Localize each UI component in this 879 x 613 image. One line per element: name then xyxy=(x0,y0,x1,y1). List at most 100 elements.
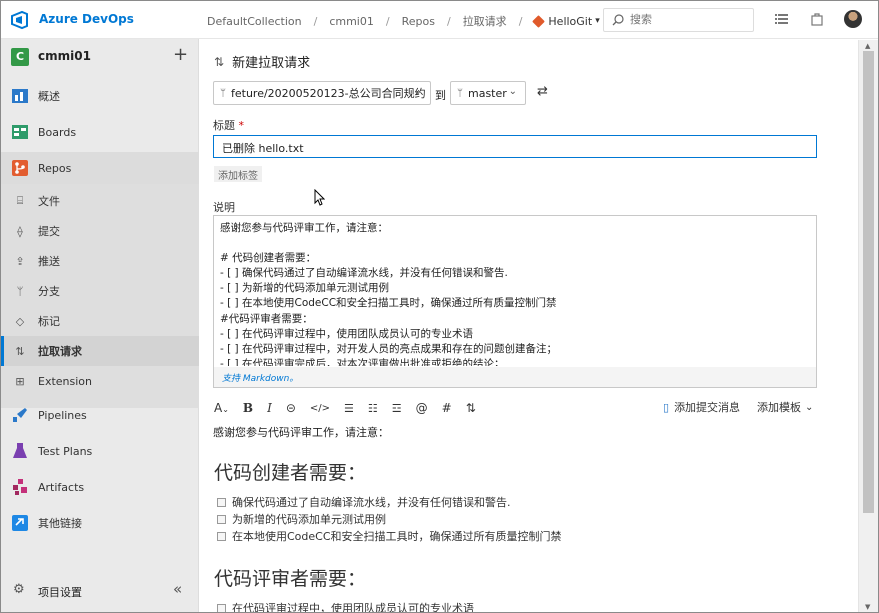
breadcrumb-separator: / xyxy=(313,14,318,28)
list-icon[interactable] xyxy=(775,13,788,25)
collapse-sidebar-icon[interactable]: « xyxy=(173,580,182,598)
source-branch-value: feture/20200520123-总公司合同规约 xyxy=(231,87,426,100)
nav-other-links[interactable]: 其他链接 xyxy=(1,508,199,538)
commit-message-icon: ▯ xyxy=(663,400,670,414)
add-commit-messages-button[interactable]: ▯ 添加提交消息 xyxy=(663,399,740,415)
breadcrumb-separator: / xyxy=(446,14,451,28)
pull-request-icon: ⇅ xyxy=(15,344,25,358)
description-textarea[interactable]: 感谢您参与代码评审工作，请注意： # 代码创建者需要： - [ ] 确保代码通过… xyxy=(213,215,817,388)
nav-boards[interactable]: Boards xyxy=(1,117,199,147)
brand-name[interactable]: Azure DevOps xyxy=(39,12,134,26)
code-icon[interactable]: </> xyxy=(310,403,330,414)
scrollbar-thumb[interactable] xyxy=(863,51,874,513)
gear-icon: ⚙ xyxy=(13,582,25,597)
nav-branches-label: 分支 xyxy=(38,285,60,298)
preview-checklist-text: 在本地使用CodeCC和安全扫描工具时，确保通过所有质量控制门禁 xyxy=(232,530,562,543)
checkbox[interactable] xyxy=(217,514,226,524)
breadcrumb-pull-requests[interactable]: 拉取请求 xyxy=(463,13,507,29)
nav-files[interactable]: ⌸ 文件 xyxy=(1,186,199,216)
nav-overview[interactable]: 概述 xyxy=(1,81,199,111)
user-avatar[interactable] xyxy=(844,10,862,28)
target-branch-select[interactable]: ᛘ master ⌄ xyxy=(450,81,526,105)
numbered-list-icon[interactable]: ☷ xyxy=(368,402,378,415)
link-icon xyxy=(12,515,28,531)
nav-branches[interactable]: ᛘ 分支 xyxy=(1,276,199,306)
chevron-down-icon: ▾ xyxy=(595,16,600,26)
repo-name: HelloGit xyxy=(548,14,593,28)
nav-test-plans[interactable]: Test Plans xyxy=(1,436,199,466)
nav-files-label: 文件 xyxy=(38,195,60,208)
nav-artifacts-label: Artifacts xyxy=(38,480,85,494)
search-box[interactable] xyxy=(603,8,754,32)
description-text[interactable]: 感谢您参与代码评审工作，请注意： # 代码创建者需要： - [ ] 确保代码通过… xyxy=(220,221,810,366)
nav-repos-label: Repos xyxy=(38,161,72,175)
preview-intro: 感谢您参与代码评审工作，请注意： xyxy=(213,426,389,439)
nav-pipelines-label: Pipelines xyxy=(38,408,87,422)
overview-icon xyxy=(12,89,28,103)
project-settings-label: 项目设置 xyxy=(38,586,82,599)
search-input[interactable] xyxy=(630,13,740,26)
source-branch-select[interactable]: ᛘ feture/20200520123-总公司合同规约 ⌄ xyxy=(213,81,431,105)
markdown-support-link[interactable]: 支持 Markdown。 xyxy=(214,367,816,387)
nav-extension[interactable]: ⊞ Extension xyxy=(1,366,199,396)
nav-boards-label: Boards xyxy=(38,125,77,139)
test-plans-icon xyxy=(13,443,27,458)
preview-checklist-text: 为新增的代码添加单元测试用例 xyxy=(232,513,386,526)
search-icon xyxy=(612,14,624,26)
chevron-down-icon: ⌄ xyxy=(805,401,814,413)
link-icon[interactable]: ⊝ xyxy=(286,401,296,415)
pull-request-icon: ⇅ xyxy=(214,54,225,69)
boards-icon xyxy=(12,125,28,139)
breadcrumb-repos[interactable]: Repos xyxy=(402,15,435,28)
title-input[interactable]: 已删除 hello.txt xyxy=(213,135,817,158)
checkbox[interactable] xyxy=(217,531,226,541)
nav-tags[interactable]: ◇ 标记 xyxy=(1,306,199,336)
vertical-scrollbar[interactable]: ▲ ▼ xyxy=(858,40,878,612)
mention-icon[interactable]: @ xyxy=(416,401,428,415)
add-icon[interactable]: + xyxy=(173,44,188,65)
breadcrumb-collection[interactable]: DefaultCollection xyxy=(207,15,302,28)
add-template-label: 添加模板 xyxy=(757,401,801,414)
project-settings[interactable]: ⚙ 项目设置 « xyxy=(1,576,199,606)
checklist-icon[interactable]: ☲ xyxy=(392,402,402,415)
nav-pull-requests[interactable]: ⇅ 拉取请求 xyxy=(1,336,199,366)
breadcrumb: DefaultCollection / cmmi01 / Repos / 拉取请… xyxy=(207,13,600,29)
bold-icon[interactable]: B xyxy=(243,401,253,415)
project-badge: C xyxy=(11,48,29,66)
preview-checklist-item: 确保代码通过了自动编译流水线，并没有任何错误和警告. xyxy=(217,494,511,510)
nav-pipelines[interactable]: Pipelines xyxy=(1,400,199,430)
nav-artifacts[interactable]: Artifacts xyxy=(1,472,199,502)
preview-checklist-item: 在代码评审过程中，使用团队成员认可的专业术语 xyxy=(217,600,474,612)
swap-branches-icon[interactable]: ⇄ xyxy=(537,84,548,99)
to-label: 到 xyxy=(435,89,446,102)
nav-tags-label: 标记 xyxy=(38,315,60,328)
mouse-cursor-icon xyxy=(314,189,325,206)
nav-pushes[interactable]: ⇪ 推送 xyxy=(1,246,199,276)
repo-selector[interactable]: HelloGit ▾ xyxy=(532,14,600,28)
preview-checklist-item: 为新增的代码添加单元测试用例 xyxy=(217,511,386,527)
tag-icon: ◇ xyxy=(15,314,25,328)
checkbox[interactable] xyxy=(217,603,226,612)
pull-request-link-icon[interactable]: ⇅ xyxy=(466,401,476,415)
nav-commits[interactable]: ⟠ 提交 xyxy=(1,216,199,246)
nav-repos[interactable]: Repos xyxy=(1,152,199,184)
bulleted-list-icon[interactable]: ☰ xyxy=(344,402,354,415)
nav-extension-label: Extension xyxy=(38,374,93,388)
azure-devops-logo-icon[interactable] xyxy=(10,10,30,30)
breadcrumb-project[interactable]: cmmi01 xyxy=(329,15,374,28)
shopping-bag-icon[interactable] xyxy=(811,12,823,26)
breadcrumb-separator: / xyxy=(518,14,523,28)
text-style-icon[interactable]: A⌄ xyxy=(214,401,229,415)
artifacts-icon xyxy=(13,479,27,495)
page-title: 新建拉取请求 xyxy=(232,56,311,71)
hashtag-icon[interactable]: # xyxy=(442,401,452,415)
add-tag-button[interactable]: 添加标签 xyxy=(214,166,262,182)
scroll-down-arrow-icon[interactable]: ▼ xyxy=(865,603,870,611)
checkbox[interactable] xyxy=(217,497,226,507)
project-header[interactable]: C cmmi01 + xyxy=(1,39,199,75)
scroll-up-arrow-icon[interactable]: ▲ xyxy=(865,42,870,50)
nav-pushes-label: 推送 xyxy=(38,255,60,268)
preview-checklist-text: 确保代码通过了自动编译流水线，并没有任何错误和警告. xyxy=(232,496,511,509)
italic-icon[interactable]: I xyxy=(267,401,272,415)
add-template-button[interactable]: 添加模板 ⌄ xyxy=(757,399,813,415)
